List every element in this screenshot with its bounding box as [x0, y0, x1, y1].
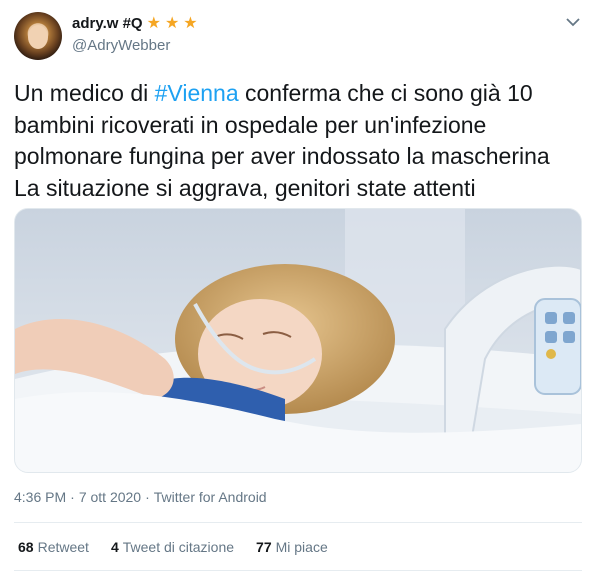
divider — [14, 570, 582, 571]
retweets-stat[interactable]: 68 Retweet — [18, 539, 89, 555]
star-icon: ★ — [146, 14, 161, 32]
retweets-label: Retweet — [37, 539, 89, 555]
tweet-source[interactable]: Twitter for Android — [154, 489, 267, 505]
star-icon: ★ — [164, 14, 180, 32]
tweet-stats: 68 Retweet 4 Tweet di citazione 77 Mi pi… — [18, 539, 328, 555]
tweet-date[interactable]: 7 ott 2020 — [79, 489, 141, 505]
likes-label: Mi piace — [275, 539, 328, 555]
chevron-down-icon[interactable] — [565, 14, 581, 30]
likes-stat[interactable]: 77 Mi piace — [256, 539, 328, 555]
meta-separator: · — [70, 489, 75, 505]
tweet-text: Un medico di #Vienna conferma che ci son… — [14, 78, 584, 204]
tweet-meta: 4:36 PM · 7 ott 2020 · Twitter for Andro… — [14, 489, 267, 505]
tweet-text-part: Un medico di — [14, 80, 155, 106]
avatar-face — [28, 25, 48, 49]
tweet-card: adry.w #Q ★ ★ ★ @AdryWebber Un medico di… — [0, 0, 596, 577]
retweets-count: 68 — [18, 539, 34, 555]
author-display-name[interactable]: adry.w #Q — [72, 15, 143, 32]
star-icon: ★ — [183, 14, 198, 32]
hospital-child-illustration — [15, 209, 581, 472]
avatar[interactable] — [14, 12, 62, 60]
author-name-row[interactable]: adry.w #Q ★ ★ ★ — [72, 15, 198, 32]
tweet-media-image[interactable] — [14, 208, 582, 473]
tweet-time[interactable]: 4:36 PM — [14, 489, 66, 505]
author-handle[interactable]: @AdryWebber — [72, 37, 170, 54]
quotes-count: 4 — [110, 539, 119, 555]
quotes-label: Tweet di citazione — [122, 539, 235, 555]
likes-count: 77 — [256, 539, 272, 555]
divider — [14, 522, 582, 523]
meta-separator: · — [145, 489, 150, 505]
quotes-stat[interactable]: 4 Tweet di citazione — [111, 539, 234, 555]
hashtag-link[interactable]: #Vienna — [155, 80, 239, 106]
